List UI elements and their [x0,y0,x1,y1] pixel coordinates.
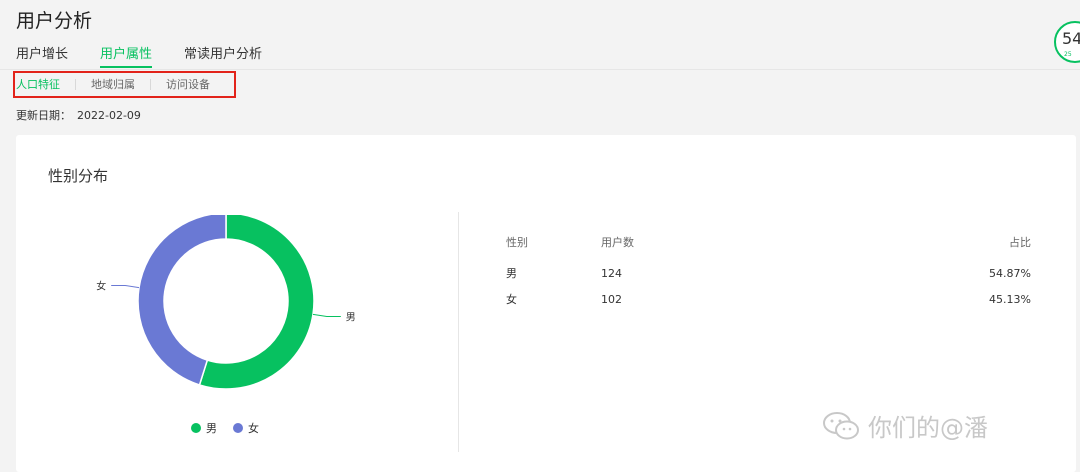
header-ratio: 占比 [1009,236,1031,249]
cell-users: 102 [601,292,622,306]
chart-legend: 男 女 [191,420,275,436]
highlight-box [13,71,236,98]
cell-gender: 男 [506,267,517,280]
slice-leader-line [111,284,140,289]
gender-donut-chart: 男女 [96,215,356,390]
tab-user-attributes[interactable]: 用户属性 [100,46,153,68]
badge-sub: 25 [1064,51,1072,58]
tab-divider [0,69,1080,70]
legend-label-male: 男 [206,422,217,435]
cell-users: 124 [601,266,622,280]
score-badge[interactable]: 54 25 [1054,21,1080,63]
cell-gender: 女 [506,293,517,306]
update-date-value: 2022-02-09 [77,109,141,122]
page-title: 用户分析 [16,10,93,32]
gender-table: 性别 用户数 占比 男 124 54.87% 女 102 45.13% [506,229,1031,312]
header-gender: 性别 [506,236,528,249]
legend-label-female: 女 [248,422,259,435]
slice-leader-line [312,313,341,318]
slice-label: 男 [346,312,356,324]
table-row: 女 102 45.13% [506,286,1031,312]
watermark-text: 你们的@潘 [868,414,988,442]
wechat-icon [823,411,859,439]
badge-number: 54 [1062,29,1080,48]
legend-dot-male [191,423,201,433]
legend-item-male[interactable]: 男 [191,420,217,436]
legend-item-female[interactable]: 女 [233,420,259,436]
tab-user-growth[interactable]: 用户增长 [16,46,68,68]
main-tabs: 用户增长 用户属性 常读用户分析 [16,46,294,68]
pie-slice-0[interactable] [198,215,315,390]
header-users: 用户数 [601,236,634,249]
watermark: 你们的@潘 [822,408,988,443]
cell-ratio: 54.87% [989,266,1031,280]
table-row: 男 124 54.87% [506,260,1031,286]
card-title: 性别分布 [48,167,109,185]
pie-slice-1[interactable] [137,215,227,386]
legend-dot-female [233,423,243,433]
table-header: 性别 用户数 占比 [506,229,1031,255]
vertical-divider [458,212,459,452]
cell-ratio: 45.13% [989,292,1031,306]
update-date-row: 更新日期： 2022-02-09 [16,107,141,123]
slice-label: 女 [96,279,106,292]
tab-frequent-readers[interactable]: 常读用户分析 [184,46,262,68]
update-date-label: 更新日期： [16,109,71,122]
